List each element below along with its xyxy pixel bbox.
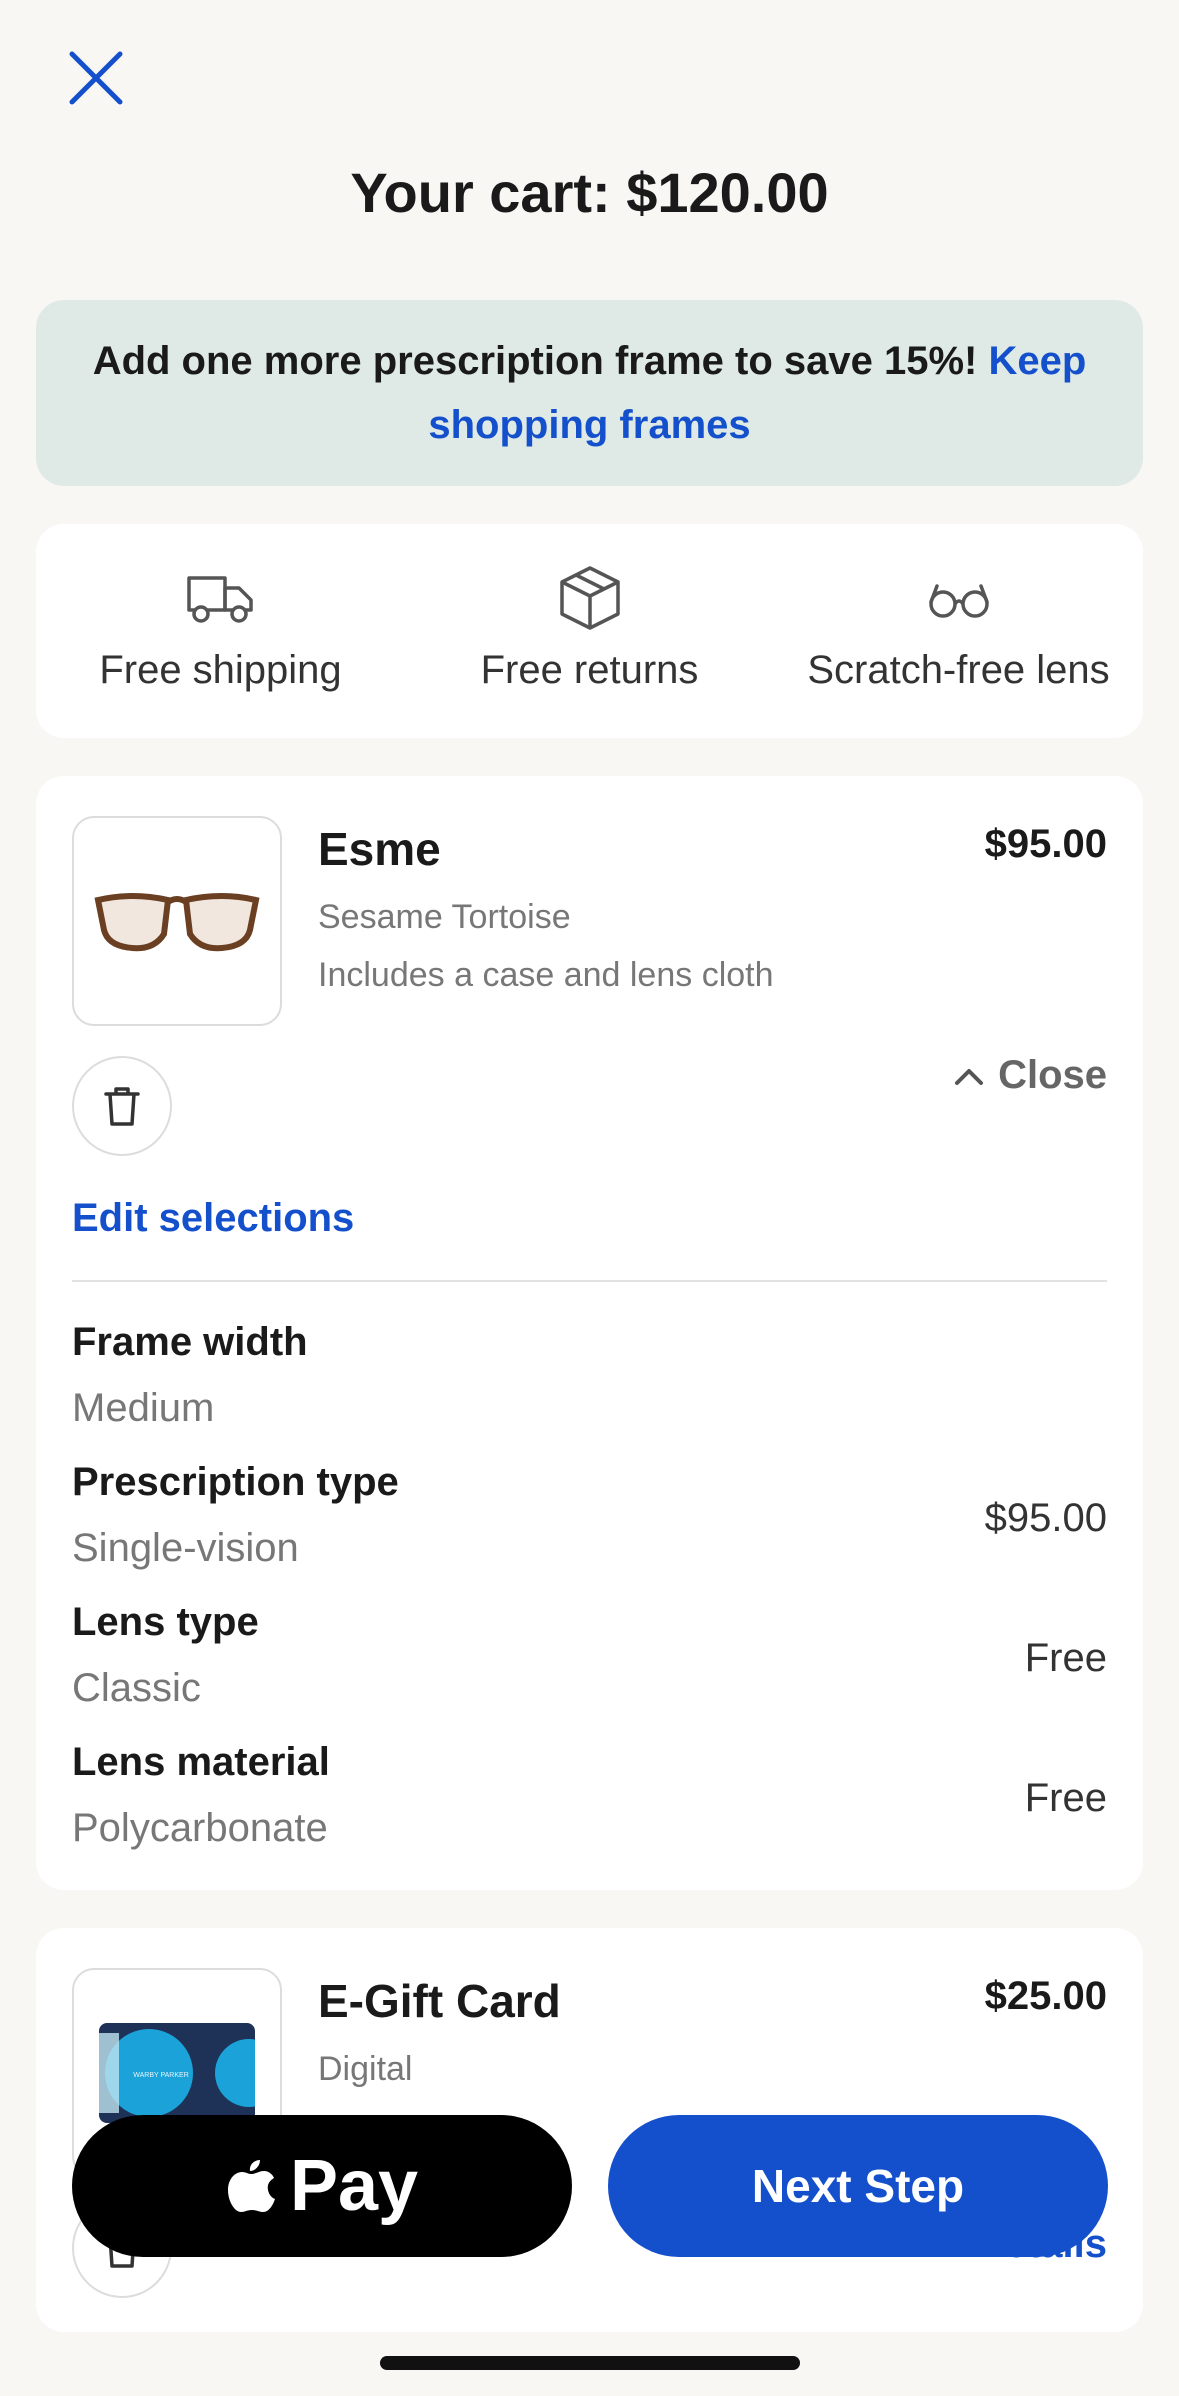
spec-value: Medium bbox=[72, 1386, 215, 1430]
apple-pay-button[interactable]: Pay bbox=[72, 2115, 572, 2257]
remove-item-button[interactable] bbox=[72, 1056, 172, 1156]
spec-price: $95.00 bbox=[984, 1496, 1107, 1540]
perk-free-returns: Free returns bbox=[405, 524, 774, 738]
trash-icon bbox=[104, 1087, 140, 1126]
glasses-icon bbox=[928, 584, 989, 618]
spec-value: Single-vision bbox=[72, 1526, 299, 1570]
close-label: Close bbox=[998, 1053, 1107, 1097]
apple-pay-label: Pay bbox=[289, 2146, 419, 2226]
spec-row: Lens material Polycarbonate Free bbox=[72, 1740, 1107, 1870]
spec-value: Classic bbox=[72, 1666, 201, 1710]
promo-banner: Add one more prescription frame to save … bbox=[36, 300, 1143, 486]
spec-label: Prescription type bbox=[72, 1460, 399, 1504]
card-brand: WARBY PARKER bbox=[133, 2072, 189, 2079]
item-price: $25.00 bbox=[984, 1974, 1107, 2018]
spec-value: Polycarbonate bbox=[72, 1806, 328, 1850]
perk-label: Free shipping bbox=[99, 648, 342, 692]
item-note: Includes a case and lens cloth bbox=[318, 956, 774, 994]
item-variant: Digital bbox=[318, 2050, 413, 2088]
spec-row: Frame width Medium bbox=[72, 1320, 1107, 1450]
eyeglasses-image bbox=[94, 893, 260, 952]
gift-card-image: WARBY PARKER bbox=[99, 2023, 255, 2123]
close-icon[interactable] bbox=[62, 44, 130, 112]
spec-label: Frame width bbox=[72, 1320, 308, 1364]
chevron-up-icon bbox=[955, 1068, 984, 1085]
home-indicator bbox=[380, 2356, 800, 2370]
perk-free-shipping: Free shipping bbox=[36, 524, 405, 738]
spec-row: Prescription type Single-vision $95.00 bbox=[72, 1460, 1107, 1590]
next-step-button[interactable]: Next Step bbox=[608, 2115, 1108, 2257]
box-icon bbox=[559, 566, 620, 630]
spec-label: Lens material bbox=[72, 1740, 330, 1784]
product-thumbnail[interactable] bbox=[72, 816, 282, 1026]
divider bbox=[72, 1280, 1107, 1282]
spec-price: Free bbox=[1024, 1776, 1107, 1820]
item-name: Esme bbox=[318, 823, 441, 875]
perk-label: Free returns bbox=[480, 648, 699, 692]
truck-icon bbox=[186, 576, 253, 623]
spec-label: Lens type bbox=[72, 1600, 259, 1644]
perk-label: Scratch-free lens bbox=[807, 648, 1110, 692]
edit-selections-link[interactable]: Edit selections bbox=[72, 1196, 354, 1241]
close-details-toggle[interactable]: Close bbox=[954, 1053, 1107, 1098]
page-title: Your cart: $120.00 bbox=[350, 161, 829, 224]
spec-price: Free bbox=[1024, 1636, 1107, 1680]
apple-icon bbox=[227, 2160, 275, 2212]
perk-scratch-free-lens: Scratch-free lens bbox=[774, 524, 1143, 738]
spec-row: Lens type Classic Free bbox=[72, 1600, 1107, 1730]
item-name: E-Gift Card bbox=[318, 1975, 561, 2027]
perks-card: Free shipping Free returns Scratch-free … bbox=[36, 524, 1143, 738]
promo-text: Add one more prescription frame to save … bbox=[92, 339, 989, 383]
item-variant: Sesame Tortoise bbox=[318, 898, 571, 936]
item-price: $95.00 bbox=[984, 822, 1107, 866]
